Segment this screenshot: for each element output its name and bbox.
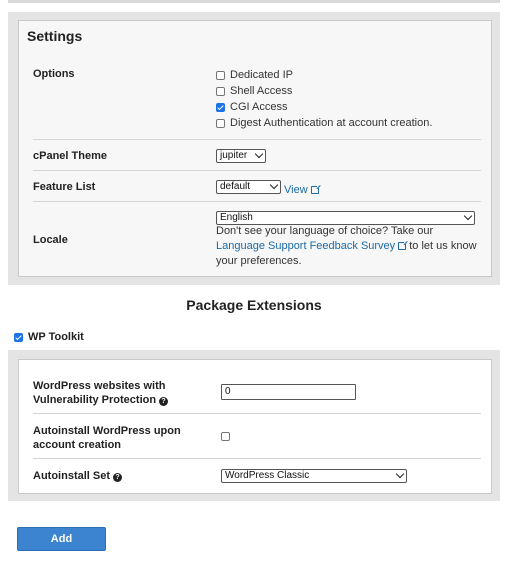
digest-auth-checkbox[interactable] — [216, 118, 225, 128]
chevron-down-icon — [395, 469, 405, 479]
autoinstall-label-line2: account creation — [33, 439, 122, 451]
locale-value: English — [220, 212, 253, 223]
locale-label: Locale — [33, 234, 68, 246]
feature-list-view-link[interactable]: View — [284, 180, 321, 198]
package-extensions-title: Package Extensions — [186, 297, 322, 313]
external-link-icon — [310, 184, 321, 194]
language-survey-link-label: Language Support Feedback Survey — [216, 240, 396, 252]
option-digest-auth[interactable]: Digest Authentication at account creatio… — [216, 117, 432, 129]
autoinstall-set-value: WordPress Classic — [225, 470, 310, 481]
shell-access-label: Shell Access — [230, 85, 293, 97]
cpanel-theme-label: cPanel Theme — [33, 150, 107, 162]
chevron-down-icon — [269, 180, 279, 190]
vulnerability-protection-label: WordPress websites with Vulnerability Pr… — [33, 379, 169, 407]
autoinstall-wordpress-label: Autoinstall WordPress upon account creat… — [33, 424, 181, 452]
dedicated-ip-label: Dedicated IP — [230, 69, 293, 81]
autoinstall-wordpress-checkbox[interactable] — [221, 432, 230, 441]
dedicated-ip-checkbox[interactable] — [216, 70, 225, 80]
help-icon[interactable]: ? — [113, 473, 123, 482]
divider — [33, 413, 481, 414]
external-link-icon — [398, 240, 409, 250]
vulnerability-label-line1: WordPress websites with — [33, 380, 166, 392]
autoinstall-set-select[interactable]: WordPress Classic — [221, 469, 407, 483]
cpanel-theme-select[interactable]: jupiter — [216, 149, 266, 163]
view-link-label: View — [284, 184, 308, 196]
vulnerability-protection-input[interactable]: 0 — [221, 384, 356, 400]
digest-auth-label: Digest Authentication at account creatio… — [230, 117, 433, 129]
divider — [33, 139, 481, 140]
vulnerability-label-line2: Vulnerability Protection — [33, 394, 157, 406]
wp-toolkit-label: WP Toolkit — [28, 331, 84, 343]
option-dedicated-ip[interactable]: Dedicated IP — [216, 69, 293, 81]
autoinstall-set-label-text: Autoinstall Set — [33, 470, 111, 482]
option-shell-access[interactable]: Shell Access — [216, 85, 292, 97]
shell-access-checkbox[interactable] — [216, 86, 225, 96]
chevron-down-icon — [254, 149, 264, 159]
feature-list-label: Feature List — [33, 181, 96, 193]
cgi-access-label: CGI Access — [230, 101, 288, 113]
locale-help-text: Don't see your language of choice? Take … — [216, 224, 480, 269]
divider — [33, 170, 481, 171]
divider — [33, 458, 481, 459]
help-icon[interactable]: ? — [159, 397, 169, 406]
option-cgi-access[interactable]: CGI Access — [216, 101, 287, 113]
wp-toolkit-checkbox[interactable] — [14, 332, 23, 342]
cgi-access-checkbox[interactable] — [216, 102, 225, 112]
autoinstall-set-label: Autoinstall Set? — [33, 470, 123, 482]
autoinstall-label-line1: Autoinstall WordPress upon — [33, 425, 181, 437]
language-survey-link[interactable]: Language Support Feedback Survey — [216, 240, 409, 252]
feature-list-select[interactable]: default — [216, 180, 281, 194]
add-button[interactable]: Add — [17, 527, 106, 551]
wp-toolkit-toggle[interactable]: WP Toolkit — [14, 331, 84, 343]
top-border — [8, 0, 500, 3]
feature-list-value: default — [220, 181, 251, 192]
settings-title: Settings — [27, 28, 83, 44]
cpanel-theme-value: jupiter — [220, 150, 248, 161]
divider — [33, 201, 481, 202]
options-label: Options — [33, 68, 75, 80]
chevron-down-icon — [463, 211, 473, 221]
locale-select[interactable]: English — [216, 211, 475, 225]
locale-help-prefix: Don't see your language of choice? Take … — [216, 225, 434, 237]
